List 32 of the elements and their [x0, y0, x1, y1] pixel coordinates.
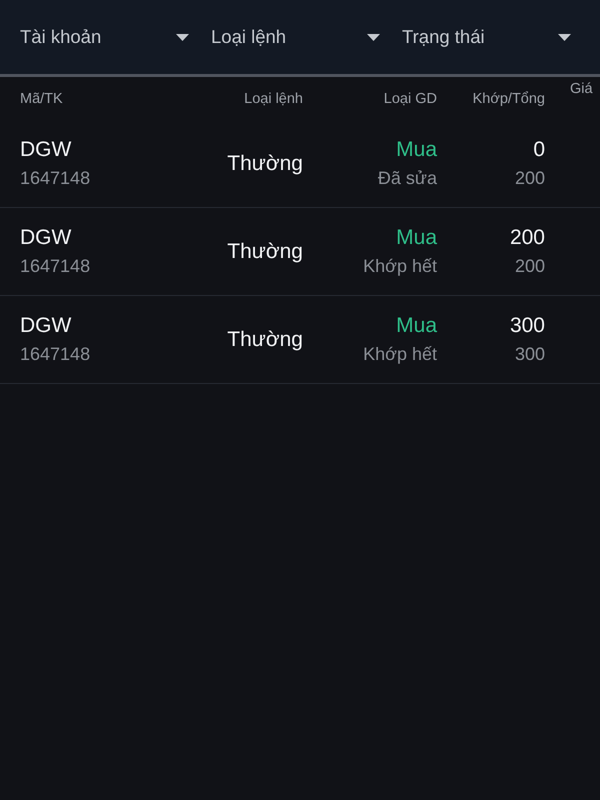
order-type: Thường	[227, 238, 303, 264]
caret-icon	[558, 34, 571, 40]
order-type: Thường	[227, 326, 303, 352]
column-header: Khớp/Tổng	[472, 90, 545, 106]
order-type: Thường	[227, 150, 303, 176]
order-status: Khớp hết	[363, 255, 437, 278]
column-header: Loại GD	[384, 90, 437, 106]
account-number: 1647148	[20, 255, 92, 278]
column-header: Loại lệnh	[244, 90, 303, 106]
total-quantity: 300	[514, 343, 545, 366]
filter-dropdown[interactable]: Trạng thái	[402, 17, 574, 57]
matched-quantity: 0	[533, 137, 545, 163]
order-side: Mua	[396, 137, 437, 163]
account-number: 1647148	[20, 343, 92, 366]
order-side: Mua	[396, 313, 437, 339]
matched-quantity: 300	[510, 313, 545, 339]
filter-dropdown[interactable]: Loại lệnh	[211, 17, 383, 57]
stock-symbol: DGW	[20, 313, 72, 339]
stock-symbol: DGW	[20, 225, 72, 251]
order-status: Khớp hết	[363, 343, 437, 366]
column-header: Giá	[569, 81, 594, 97]
order-status: Đã sửa	[378, 167, 437, 190]
matched-quantity: 200	[510, 225, 545, 251]
stock-symbol: DGW	[20, 137, 72, 163]
filter-dropdown[interactable]: Tài khoản	[20, 17, 192, 57]
total-quantity: 200	[514, 167, 545, 190]
caret-icon	[367, 34, 380, 40]
column-header: Mã/TK	[20, 90, 64, 106]
total-quantity: 200	[514, 255, 545, 278]
account-number: 1647148	[20, 167, 92, 190]
order-side: Mua	[396, 225, 437, 251]
caret-icon	[176, 34, 189, 40]
